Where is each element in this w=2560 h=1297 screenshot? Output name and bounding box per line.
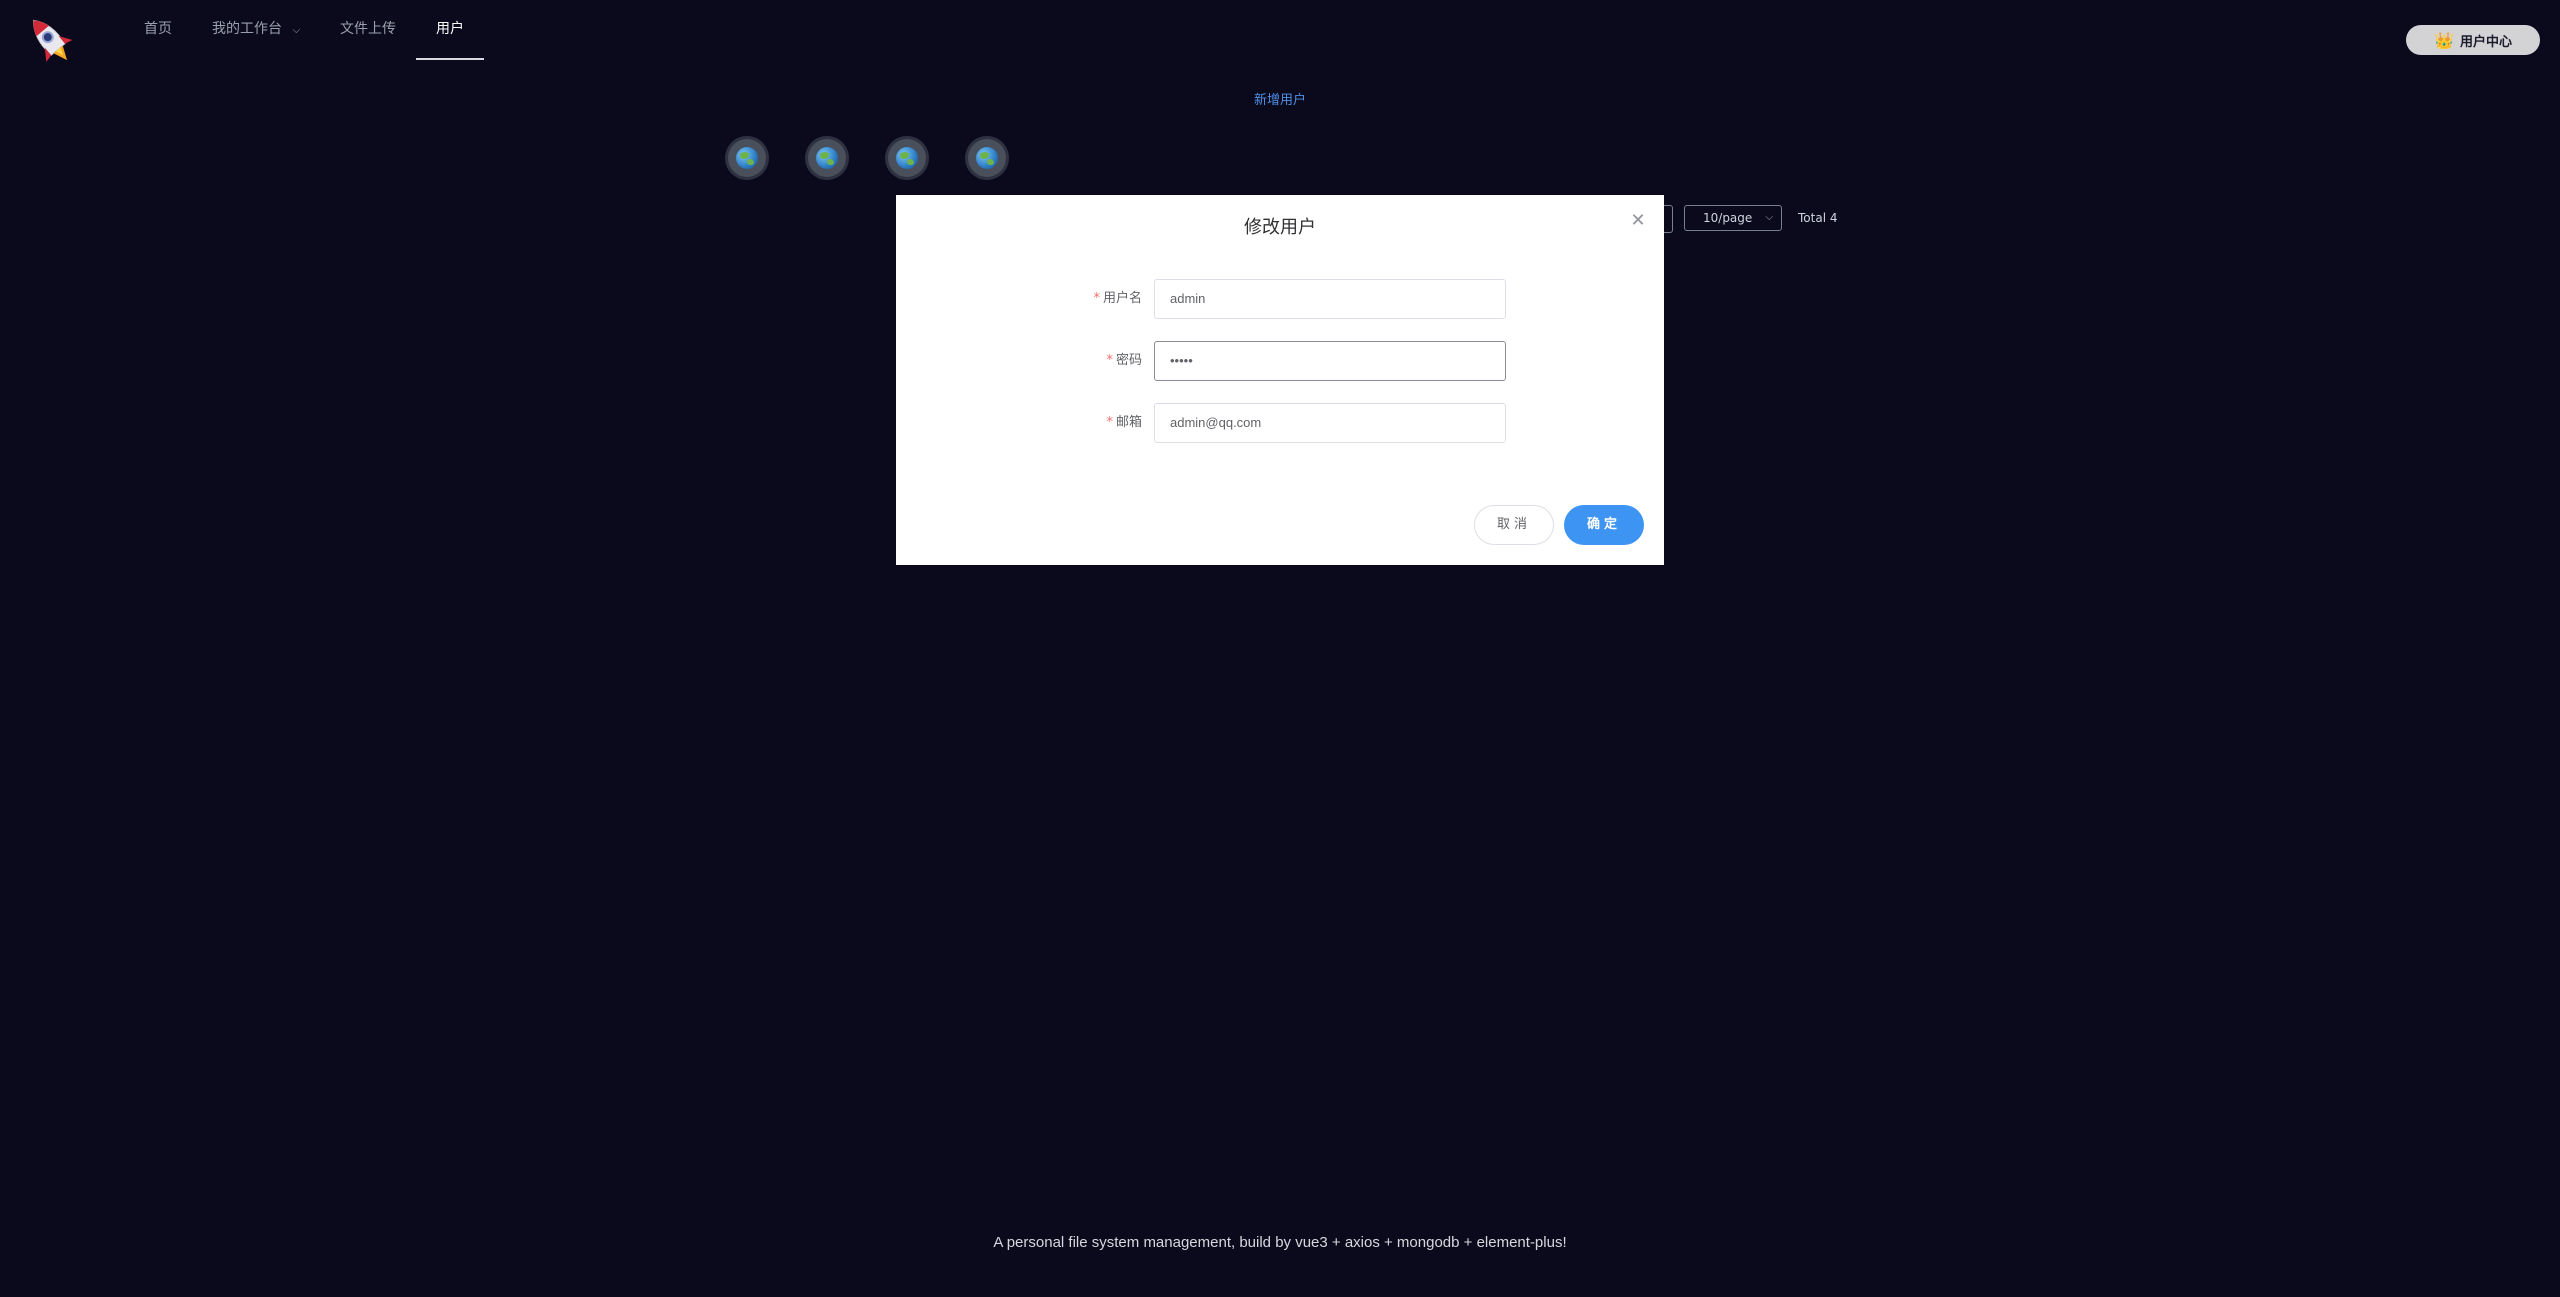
add-user-link[interactable]: 新增用户	[1200, 89, 1360, 108]
confirm-button[interactable]: 确定	[1564, 505, 1644, 545]
top-nav: 首页 我的工作台 ⌵ 文件上传 用户	[124, 0, 485, 60]
username-field[interactable]: admin	[1154, 279, 1506, 319]
crown-icon: 👑	[2434, 30, 2454, 50]
earth-icon	[896, 147, 918, 169]
pagination-total: Total 4	[1798, 211, 1838, 225]
page-size-value: 10/page	[1703, 211, 1753, 225]
cancel-button[interactable]: 取消	[1474, 505, 1554, 545]
chevron-down-icon: ⌵	[1765, 212, 1773, 223]
earth-icon	[976, 147, 998, 169]
earth-icon	[816, 147, 838, 169]
close-icon[interactable]: ✕	[1630, 212, 1646, 230]
form-row-password: * 密码 •••••	[896, 341, 1664, 381]
page-size-select[interactable]: 10/page ⌵	[1684, 205, 1782, 231]
nav-item-file-upload[interactable]: 文件上传	[320, 0, 416, 58]
earth-icon	[736, 147, 758, 169]
form-row-email: * 邮箱 admin@qq.com	[896, 403, 1664, 443]
password-label: * 密码	[1106, 353, 1142, 368]
nav-item-label: 用户	[436, 21, 465, 37]
email-field[interactable]: admin@qq.com	[1154, 403, 1506, 443]
avatar[interactable]	[888, 139, 926, 177]
avatar[interactable]	[808, 139, 846, 177]
rocket-logo-icon[interactable]	[20, 10, 82, 72]
nav-item-label: 我的工作台	[212, 21, 282, 37]
password-field[interactable]: •••••	[1154, 341, 1506, 381]
nav-item-label: 首页	[144, 21, 172, 37]
nav-item-workspace[interactable]: 我的工作台 ⌵	[192, 0, 320, 58]
form-row-username: * 用户名 admin	[896, 279, 1664, 319]
username-label: * 用户名	[1093, 291, 1142, 306]
nav-item-label: 文件上传	[340, 21, 397, 37]
nav-item-home[interactable]: 首页	[124, 0, 192, 58]
avatar[interactable]	[968, 139, 1006, 177]
required-mark: *	[1106, 353, 1113, 368]
avatar[interactable]	[728, 139, 766, 177]
email-label: * 邮箱	[1106, 415, 1142, 430]
required-mark: *	[1106, 415, 1113, 430]
nav-item-users[interactable]: 用户	[416, 0, 485, 60]
required-mark: *	[1093, 291, 1100, 306]
user-center-label: 用户中心	[2459, 34, 2512, 50]
chevron-down-icon: ⌵	[292, 25, 301, 36]
user-center-button[interactable]: 👑 用户中心	[2406, 25, 2540, 55]
dialog-title: 修改用户	[1244, 217, 1316, 238]
edit-user-dialog: 修改用户 ✕ * 用户名 admin * 密码 ••••• * 邮箱 admin@qq…	[896, 195, 1664, 565]
footer-text: A personal file system management, build…	[993, 1234, 1567, 1251]
